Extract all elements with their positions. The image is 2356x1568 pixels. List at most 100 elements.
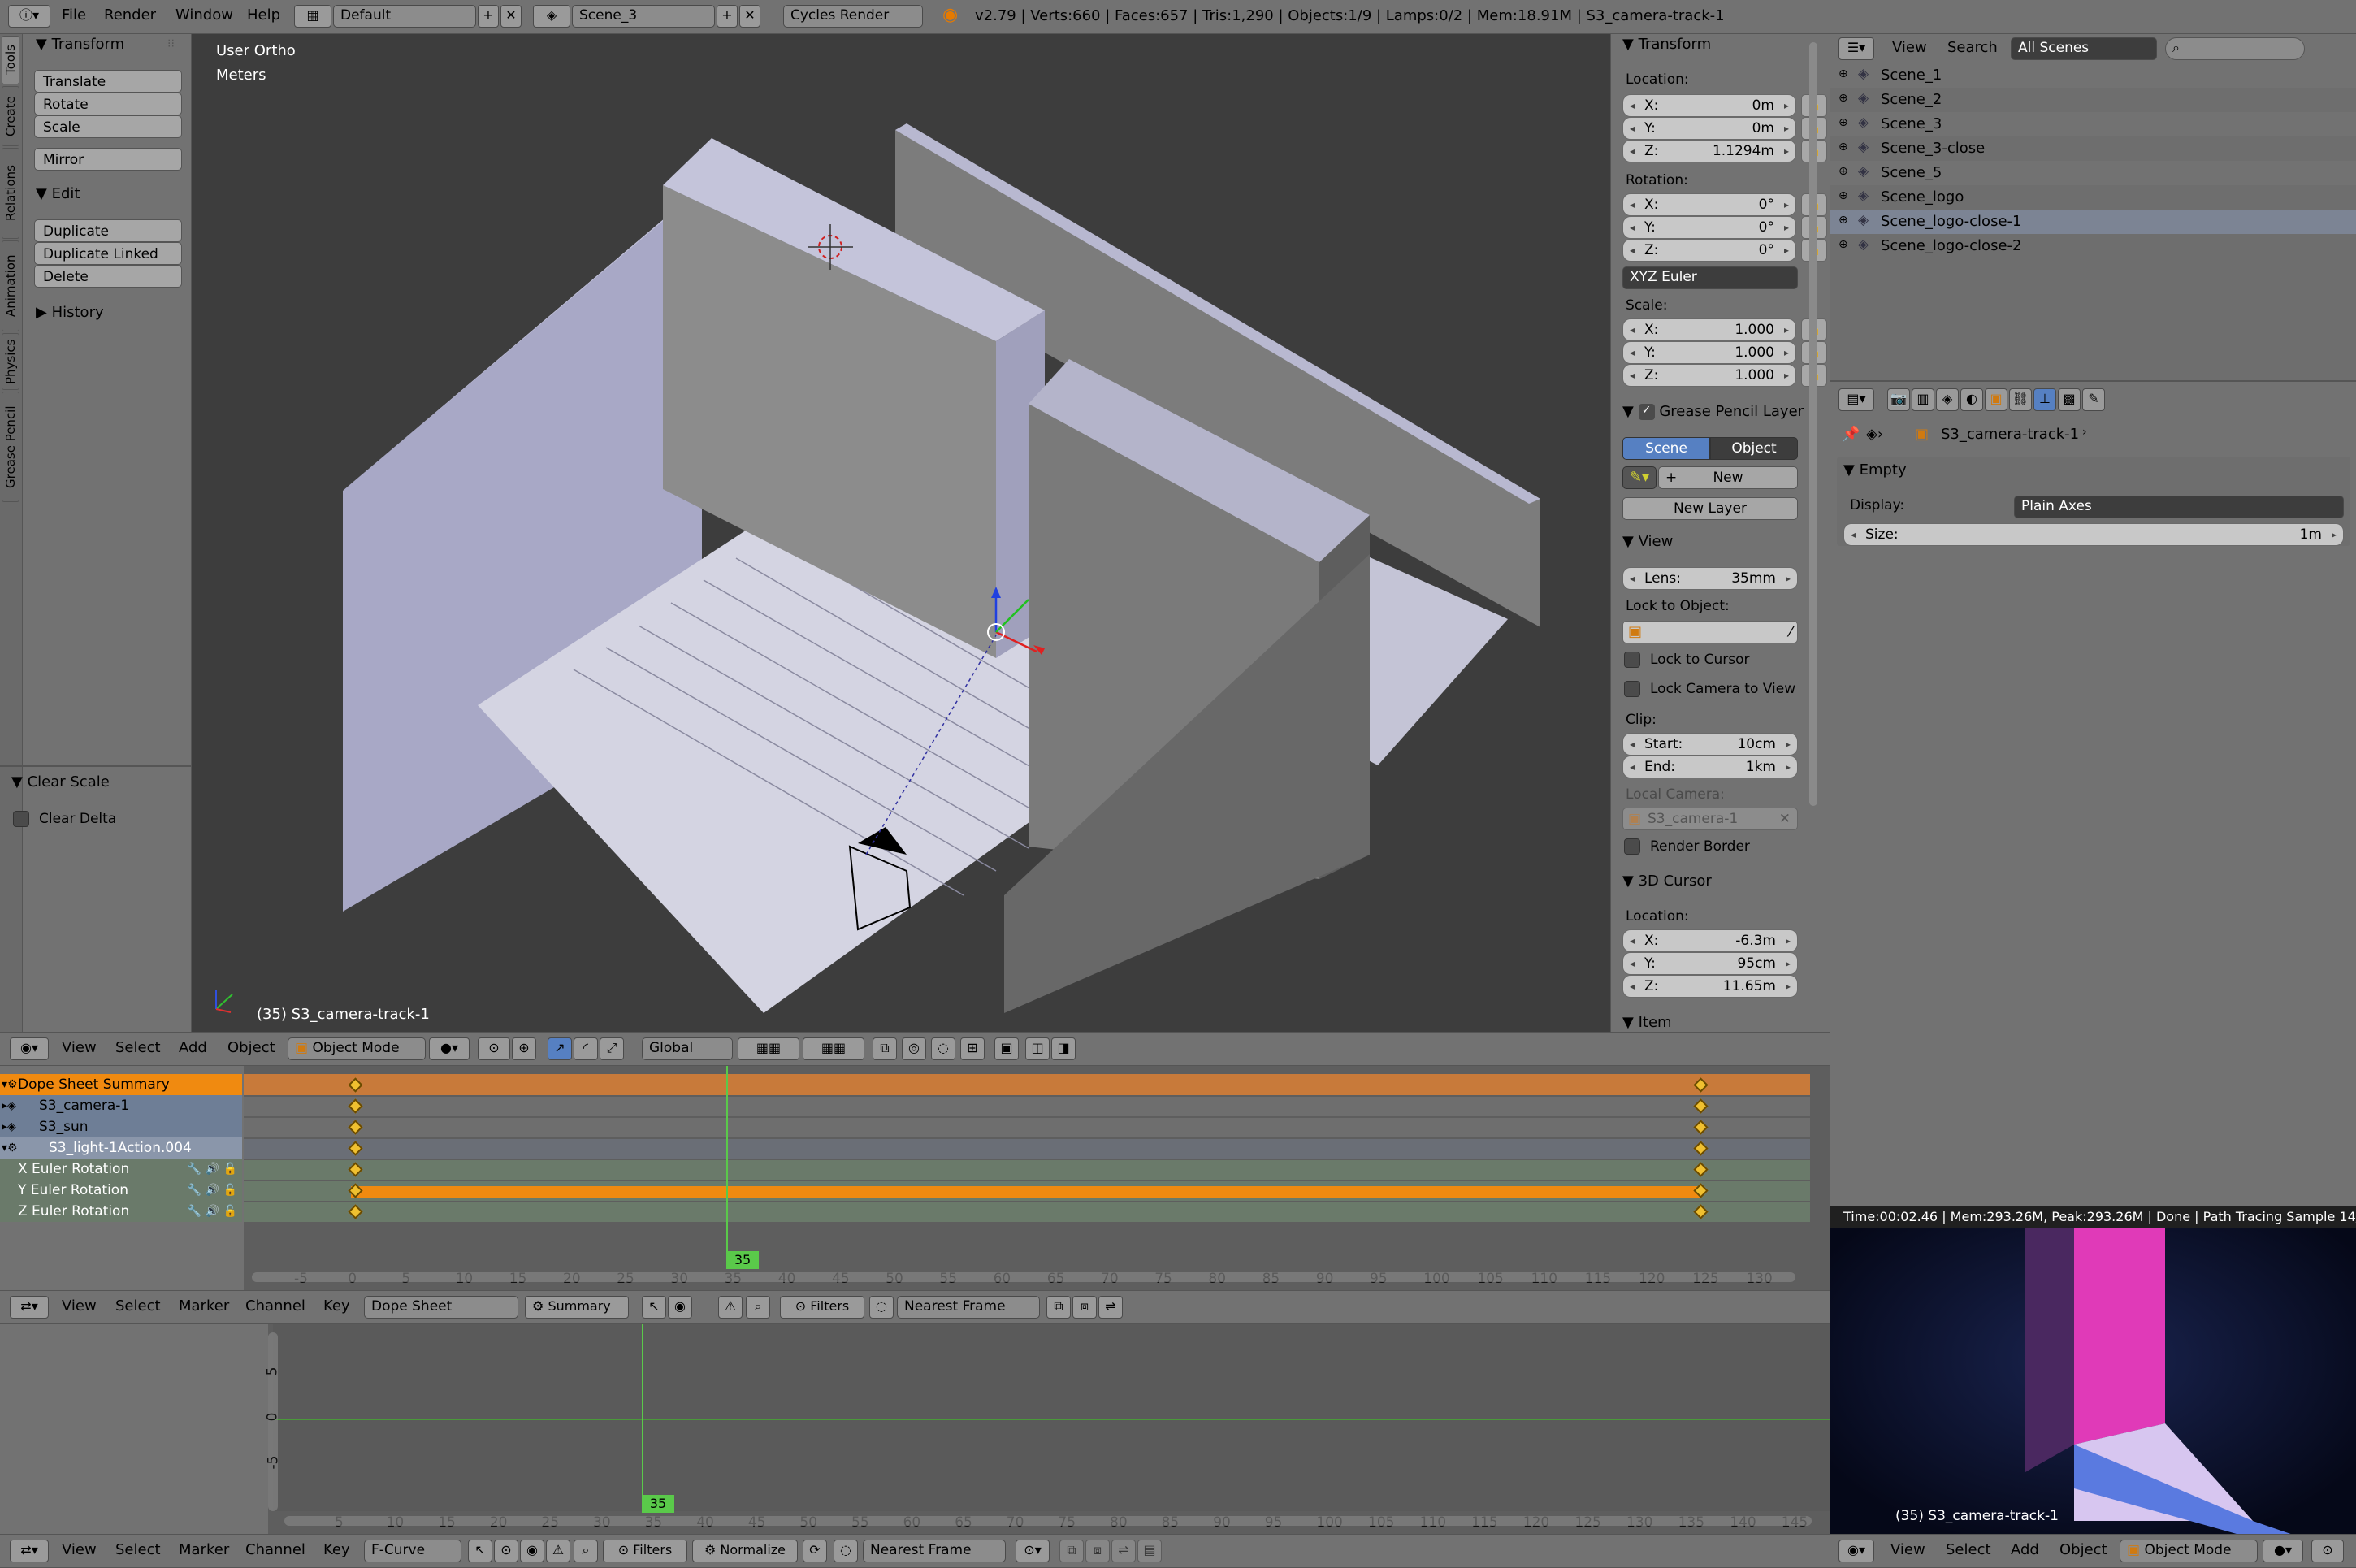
ge-refresh-icon[interactable]: ⟳ xyxy=(803,1540,827,1562)
pin-icon[interactable]: 📌 xyxy=(1842,426,1860,443)
viewport-menu-add[interactable]: Add xyxy=(179,1039,207,1056)
duplicate-linked-button[interactable]: Duplicate Linked xyxy=(34,242,182,265)
scale-y-field[interactable]: ◂ Y: 1.000 ▸ xyxy=(1622,341,1796,364)
outliner-search-field[interactable]: ⌕ xyxy=(2165,37,2305,60)
layout-grid-icon[interactable]: ▦ xyxy=(294,5,331,28)
snap-element-icon[interactable]: ▣ xyxy=(994,1037,1019,1060)
ge-menu-view[interactable]: View xyxy=(62,1541,97,1558)
preview-menu-select[interactable]: Select xyxy=(1946,1541,1991,1558)
interaction-mode-selector[interactable]: ▣ Object Mode xyxy=(288,1037,426,1060)
shading-mode-icon[interactable]: ●▾ xyxy=(429,1037,470,1060)
item-panel-header[interactable]: ▼ Item xyxy=(1622,1014,1672,1031)
tab-grease-pencil[interactable]: Grease Pencil xyxy=(2,392,19,502)
outliner-list[interactable]: ⊕ ◈ Scene_1 ⊕ ◈ Scene_2 ⊕ ◈ Scene_3 ⊕ ◈ Scene_3-clo… xyxy=(1830,63,2356,380)
preview-shading-icon[interactable]: ●▾ xyxy=(2263,1540,2303,1562)
lock-to-object-field[interactable]: ▣ ⁄ xyxy=(1622,621,1798,643)
outliner-scene-item[interactable]: ⊕ ◈ Scene_3-close xyxy=(1830,136,2356,161)
manipulator-toggle-icon[interactable]: ⊕ xyxy=(512,1037,536,1060)
preview-mode-selector[interactable]: ▣ Object Mode xyxy=(2120,1540,2258,1562)
graph-h-scrollbar[interactable] xyxy=(284,1516,1812,1526)
render-preview[interactable]: Time:00:02.46 | Mem:293.26M, Peak:293.26… xyxy=(1830,1206,2356,1534)
scale-manipulator-icon[interactable]: ⤢ xyxy=(600,1037,624,1060)
channel-toggle-icons[interactable]: 🔧 🔊 🔓 xyxy=(188,1159,237,1180)
ds-menu-channel[interactable]: Channel xyxy=(245,1297,305,1315)
layers-grid-2-icon[interactable]: ▦▦ xyxy=(803,1037,864,1060)
ge-paste-icon[interactable]: ⧈ xyxy=(1085,1540,1110,1562)
location-z-field[interactable]: ◂ Z: 1.1294m ▸ xyxy=(1622,140,1796,162)
lock-camera-layers-icon[interactable]: ⧉ xyxy=(873,1037,897,1060)
properties-editor-type-icon[interactable]: ▤▾ xyxy=(1838,388,1874,411)
gp-new-button[interactable]: + New xyxy=(1658,466,1798,489)
n-panel-scrollbar[interactable] xyxy=(1809,42,1817,806)
info-editor-type-button[interactable]: ⓘ▾ xyxy=(8,5,50,28)
ds-mode-selector[interactable]: Dope Sheet xyxy=(364,1296,518,1319)
graph-playhead[interactable] xyxy=(642,1324,643,1513)
ge-menu-key[interactable]: Key xyxy=(323,1541,350,1558)
ge-menu-channel[interactable]: Channel xyxy=(245,1541,305,1558)
local-camera-field[interactable]: ▣ S3_camera-1 ✕ xyxy=(1622,808,1798,830)
eyedropper-icon[interactable]: ⁄ xyxy=(1790,623,1792,640)
ge-auto-snap-icon[interactable]: ◌ xyxy=(834,1540,858,1562)
n-transform-header[interactable]: ▼ Transform xyxy=(1622,36,1711,53)
snap-toggle-icon[interactable]: ⊞ xyxy=(960,1037,985,1060)
proportional-edit-icon[interactable]: ◎ xyxy=(902,1037,926,1060)
add-scene-icon[interactable]: + xyxy=(717,5,738,28)
translate-manipulator-icon[interactable]: ↗ xyxy=(548,1037,572,1060)
ds-search-icon[interactable]: ⌕ xyxy=(746,1296,770,1319)
expand-icon[interactable]: ⊕ xyxy=(1838,116,1848,129)
outliner-scene-item[interactable]: ⊕ ◈ Scene_logo-close-1 xyxy=(1830,210,2356,234)
texture-tab-icon[interactable]: ✎ xyxy=(2082,388,2105,411)
ds-only-errors-icon[interactable]: ⚠ xyxy=(718,1296,743,1319)
ge-menu-select[interactable]: Select xyxy=(115,1541,161,1558)
gp-object-tab[interactable]: Object xyxy=(1710,437,1798,460)
rotation-z-field[interactable]: ◂ Z: 0° ▸ xyxy=(1622,239,1796,262)
gp-panel-header[interactable]: ▼ ✓ Grease Pencil Layer xyxy=(1622,403,1804,420)
ds-frame-indicator[interactable]: 35 xyxy=(726,1251,759,1269)
expand-icon[interactable]: ⊕ xyxy=(1838,67,1848,80)
expand-icon[interactable]: ⊕ xyxy=(1838,92,1848,105)
render-tab-icon[interactable]: 📷 xyxy=(1887,388,1910,411)
drag-handle-icon[interactable]: ⁝⁝ xyxy=(167,37,175,50)
display-type-selector[interactable]: Plain Axes xyxy=(2014,496,2344,518)
ge-search-icon[interactable]: ⌕ xyxy=(574,1540,598,1562)
rotate-button[interactable]: Rotate xyxy=(34,93,182,115)
outliner-scene-item[interactable]: ⊕ ◈ Scene_logo xyxy=(1830,185,2356,210)
ds-menu-view[interactable]: View xyxy=(62,1297,97,1315)
ge-only-errors-icon[interactable]: ◉ xyxy=(520,1540,544,1562)
ge-ghost-icon[interactable]: ▤ xyxy=(1137,1540,1162,1562)
gp-pencil-icon[interactable]: ✎▾ xyxy=(1622,466,1657,489)
expand-icon[interactable]: ⊕ xyxy=(1838,238,1848,251)
outliner-scene-item[interactable]: ⊕ ◈ Scene_5 xyxy=(1830,161,2356,185)
falloff-icon[interactable]: ◌ xyxy=(931,1037,955,1060)
transform-orientation-selector[interactable]: Global xyxy=(642,1037,733,1060)
menu-file[interactable]: File xyxy=(62,6,86,24)
gp-scene-tab[interactable]: Scene xyxy=(1622,437,1710,460)
ds-paste-flip-icon[interactable]: ⇌ xyxy=(1098,1296,1123,1319)
transform-panel-header[interactable]: ▼ Transform xyxy=(36,36,124,53)
ds-channel-summary[interactable]: ▾⚙ Dope Sheet Summary xyxy=(0,1074,242,1095)
ds-copy-icon[interactable]: ⧉ xyxy=(1046,1296,1071,1319)
outliner-menu-view[interactable]: View xyxy=(1892,39,1927,56)
cursor-panel-header[interactable]: ▼ 3D Cursor xyxy=(1622,873,1712,890)
render-border-checkbox[interactable] xyxy=(1624,838,1640,855)
ds-playhead[interactable] xyxy=(726,1066,728,1267)
clear-icon[interactable]: ✕ xyxy=(1779,808,1791,829)
channel-expand-icon[interactable]: ▸◈ xyxy=(2,1116,16,1137)
ds-channel-fcurve[interactable]: Y Euler Rotation 🔧 🔊 🔓 xyxy=(0,1180,242,1201)
ds-filters-button[interactable]: ⊙ Filters xyxy=(780,1296,864,1319)
graph-v-scrollbar[interactable] xyxy=(268,1332,278,1511)
render-layers-tab-icon[interactable]: ▥ xyxy=(1912,388,1934,411)
tab-create[interactable]: Create xyxy=(2,86,19,146)
ge-filters-button[interactable]: ⊙ Filters xyxy=(603,1540,687,1562)
outliner-scene-item[interactable]: ⊕ ◈ Scene_1 xyxy=(1830,63,2356,88)
cursor-x-field[interactable]: ◂ X: -6.3m ▸ xyxy=(1622,929,1798,952)
menu-help[interactable]: Help xyxy=(247,6,280,24)
outliner-menu-search[interactable]: Search xyxy=(1947,39,1998,56)
channel-toggle-icons[interactable]: 🔧 🔊 🔓 xyxy=(188,1180,237,1201)
remove-scene-icon[interactable]: ✕ xyxy=(739,5,760,28)
mirror-button[interactable]: Mirror xyxy=(34,148,182,171)
empty-panel-header[interactable]: ▼ Empty xyxy=(1843,461,1907,479)
scale-button[interactable]: Scale xyxy=(34,115,182,138)
ds-channel-action[interactable]: ▾⚙ S3_light-1Action.004 xyxy=(0,1137,242,1159)
world-tab-icon[interactable]: ◐ xyxy=(1960,388,1983,411)
